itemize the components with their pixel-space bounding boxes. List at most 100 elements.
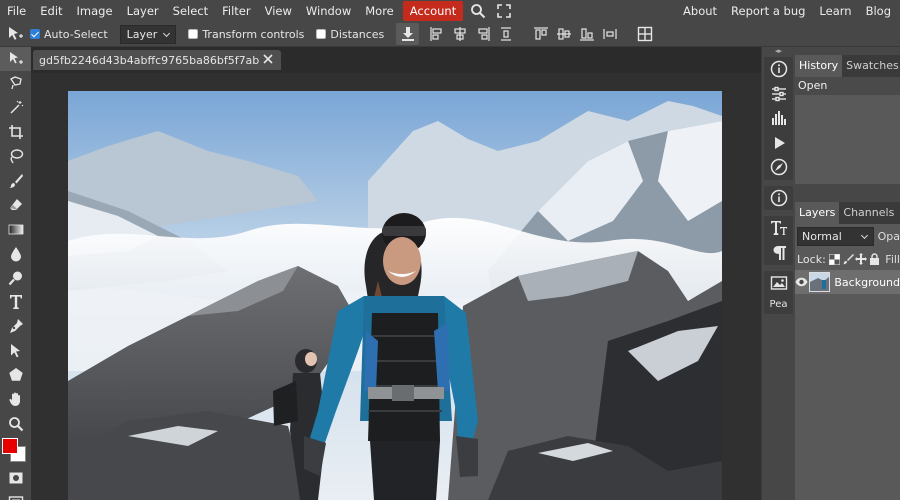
image-canvas[interactable] bbox=[68, 91, 722, 500]
histogram-icon[interactable] bbox=[764, 106, 794, 131]
mountain-hiker-photo bbox=[68, 91, 722, 500]
tab-history[interactable]: History bbox=[795, 55, 843, 77]
navigator-icon[interactable] bbox=[764, 155, 794, 180]
search-icon[interactable] bbox=[467, 1, 489, 21]
dodge-tool-icon[interactable] bbox=[0, 266, 31, 290]
crop-tool-icon[interactable] bbox=[0, 120, 31, 144]
align-right-icon[interactable] bbox=[471, 23, 494, 45]
lock-label: Lock: bbox=[797, 252, 826, 266]
distances-checkbox-box[interactable] bbox=[316, 29, 327, 39]
zoom-tool-icon[interactable] bbox=[0, 411, 31, 435]
pen-tool-icon[interactable] bbox=[0, 314, 31, 338]
quick-mask-icon[interactable] bbox=[0, 466, 31, 490]
transform-controls-checkbox[interactable]: Transform controls bbox=[188, 28, 304, 41]
menu-learn[interactable]: Learn bbox=[812, 1, 858, 21]
distribute-h-icon[interactable] bbox=[494, 23, 517, 45]
visibility-eye-icon[interactable] bbox=[795, 270, 809, 294]
right-panels: History Swatches Open Layers Channels No… bbox=[795, 47, 900, 500]
adjustments-icon[interactable] bbox=[764, 82, 794, 107]
hand-tool-icon[interactable] bbox=[0, 387, 31, 411]
layers-panel-tabs: Layers Channels bbox=[795, 202, 900, 224]
actions-play-icon[interactable] bbox=[764, 131, 794, 156]
align-middle-v-icon[interactable] bbox=[552, 23, 575, 45]
layer-thumbnail bbox=[808, 272, 831, 292]
layer-row[interactable]: Background bbox=[795, 270, 900, 294]
magic-wand-icon[interactable] bbox=[0, 96, 31, 120]
paragraph-style-label[interactable]: Pea bbox=[764, 296, 793, 314]
auto-select-target-select[interactable]: Layer bbox=[119, 24, 177, 44]
menu-select[interactable]: Select bbox=[166, 1, 215, 21]
type-tool-icon[interactable] bbox=[0, 290, 31, 314]
document-tab[interactable]: gd5fb2246d43b4abffc9765ba86bf5f7abd0aeb5 bbox=[33, 50, 281, 70]
lock-pixels-brush-icon[interactable] bbox=[842, 252, 854, 266]
menu-bar: File Edit Image Layer Select Filter View… bbox=[0, 0, 900, 22]
align-center-h-icon[interactable] bbox=[448, 23, 471, 45]
menu-blog[interactable]: Blog bbox=[859, 1, 898, 21]
distribute-v-icon[interactable] bbox=[598, 23, 621, 45]
lock-position-icon[interactable] bbox=[855, 252, 868, 266]
info-icon[interactable] bbox=[764, 57, 794, 82]
distances-checkbox[interactable]: Distances bbox=[316, 28, 384, 41]
lasso-tool-icon[interactable] bbox=[0, 71, 31, 95]
move-tool-icon[interactable] bbox=[0, 47, 31, 72]
menu-filter[interactable]: Filter bbox=[215, 1, 257, 21]
collapse-arrows-icon[interactable]: ◂▸ bbox=[762, 47, 795, 55]
foreground-color-swatch[interactable] bbox=[2, 437, 18, 454]
eraser-tool-icon[interactable] bbox=[0, 193, 31, 217]
properties-info-icon[interactable] bbox=[764, 186, 794, 211]
tab-swatches[interactable]: Swatches bbox=[842, 55, 900, 77]
align-top-icon[interactable] bbox=[529, 23, 552, 45]
account-button[interactable]: Account bbox=[402, 1, 464, 21]
transform-controls-checkbox-box[interactable] bbox=[188, 29, 199, 39]
panel-icon-column: ◂▸ Pea bbox=[761, 47, 795, 500]
auto-select-checkbox[interactable]: Auto-Select bbox=[30, 28, 108, 41]
paragraph-icon[interactable] bbox=[764, 241, 794, 266]
align-left-icon[interactable] bbox=[425, 23, 448, 45]
screen-mode-icon[interactable] bbox=[0, 490, 31, 500]
blur-drop-icon[interactable] bbox=[0, 241, 31, 265]
close-tab-icon[interactable] bbox=[261, 52, 275, 66]
menu-right-links: About Report a bug Learn Blog bbox=[676, 1, 898, 21]
document-workspace: gd5fb2246d43b4abffc9765ba86bf5f7abd0aeb5 bbox=[31, 47, 761, 500]
image-library-icon[interactable] bbox=[764, 271, 794, 296]
gradient-tool-icon[interactable] bbox=[0, 217, 31, 241]
fullscreen-icon[interactable] bbox=[493, 1, 515, 21]
grid-arrange-icon[interactable] bbox=[633, 23, 656, 45]
path-select-icon[interactable] bbox=[0, 339, 31, 363]
menu-about[interactable]: About bbox=[676, 1, 724, 21]
menu-view[interactable]: View bbox=[258, 1, 299, 21]
menu-more[interactable]: More bbox=[358, 1, 401, 21]
blend-row: Normal Opa bbox=[795, 224, 900, 248]
menu-window[interactable]: Window bbox=[299, 1, 358, 21]
menu-layer[interactable]: Layer bbox=[120, 1, 166, 21]
move-tool-preset-icon[interactable] bbox=[0, 22, 30, 46]
icon-group-top bbox=[764, 57, 793, 180]
character-icon[interactable] bbox=[764, 216, 794, 241]
history-panel-tabs: History Swatches bbox=[795, 55, 900, 77]
opacity-label: Opa bbox=[877, 229, 900, 243]
history-entry[interactable]: Open bbox=[795, 77, 900, 95]
fill-label: Fill bbox=[885, 252, 900, 266]
align-bottom-icon[interactable] bbox=[575, 23, 598, 45]
tab-channels[interactable]: Channels bbox=[839, 202, 898, 224]
menu-report-bug[interactable]: Report a bug bbox=[724, 1, 812, 21]
shape-tool-icon[interactable] bbox=[0, 363, 31, 387]
document-tab-strip: gd5fb2246d43b4abffc9765ba86bf5f7abd0aeb5 bbox=[31, 47, 761, 73]
menu-file[interactable]: File bbox=[0, 1, 33, 21]
menu-edit[interactable]: Edit bbox=[33, 1, 69, 21]
menu-image[interactable]: Image bbox=[70, 1, 120, 21]
lasso-select-icon[interactable] bbox=[0, 144, 31, 168]
lock-transparency-icon[interactable] bbox=[829, 252, 841, 266]
auto-select-checkbox-box[interactable] bbox=[30, 29, 40, 39]
download-icon[interactable] bbox=[396, 23, 420, 45]
color-swatches bbox=[0, 436, 31, 466]
document-tab-title: gd5fb2246d43b4abffc9765ba86bf5f7abd0aeb5 bbox=[39, 53, 259, 67]
photopea-app: File Edit Image Layer Select Filter View… bbox=[0, 0, 900, 500]
distances-label: Distances bbox=[330, 27, 385, 41]
icon-group-mid bbox=[764, 185, 794, 211]
brush-tool-icon[interactable] bbox=[0, 168, 31, 192]
auto-select-label: Auto-Select bbox=[44, 27, 108, 41]
tab-layers[interactable]: Layers bbox=[795, 202, 840, 224]
blend-mode-select[interactable]: Normal bbox=[797, 226, 874, 246]
lock-all-icon[interactable] bbox=[868, 252, 880, 266]
